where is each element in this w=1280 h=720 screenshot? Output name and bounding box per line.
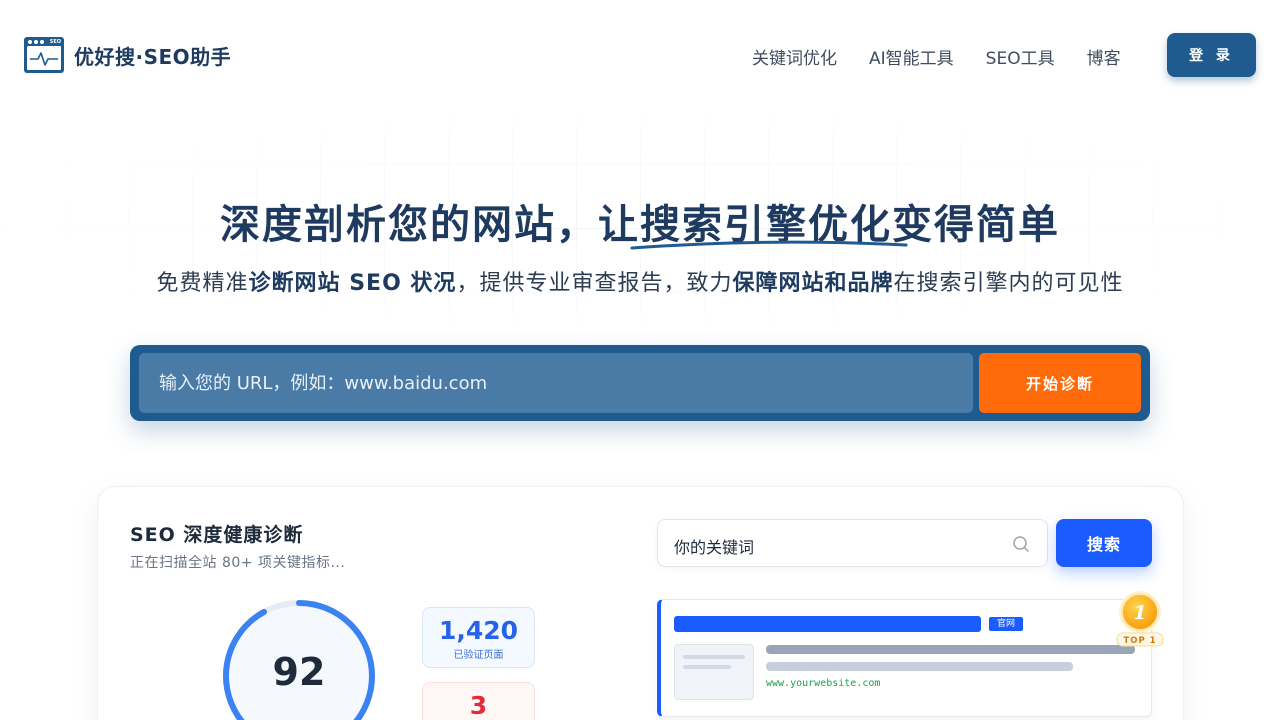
hero-sub-text-2: ，提供专业审查报告，致力	[456, 271, 733, 296]
menu-item-ai-tools[interactable]: AI智能工具	[869, 44, 954, 69]
hero-headline-part1: 深度剖析您的网站，	[220, 202, 598, 248]
result-thumbnail	[674, 644, 754, 700]
logo-icon-tag: SEO	[49, 39, 61, 45]
stat-issues-value: 3	[469, 691, 488, 720]
menu-item-blog[interactable]: 博客	[1087, 44, 1121, 69]
menu-item-keyword-optimization[interactable]: 关键词优化	[752, 44, 837, 69]
url-search-bar: 开始诊断	[130, 345, 1150, 421]
official-site-badge: 官网	[989, 617, 1023, 631]
login-button[interactable]: 登 录	[1167, 33, 1256, 77]
menu-item-seo-tools[interactable]: SEO工具	[986, 44, 1055, 69]
keyword-search-field[interactable]: 你的关键词	[657, 519, 1048, 567]
hero-sub-text-1: 免费精准	[156, 271, 249, 296]
search-icon	[1013, 536, 1029, 552]
medal-label: TOP 1	[1123, 636, 1156, 646]
hero-subtitle: 免费精准诊断网站 SEO 状况，提供专业审查报告，致力保障网站和品牌在搜索引擎内…	[0, 265, 1280, 297]
serp-result-card: 官网 www.yourwebsite.com	[657, 599, 1152, 717]
result-title-placeholder	[674, 616, 981, 632]
hero-sub-bold-1: 诊断网站 SEO 状况	[248, 271, 457, 296]
diagnosis-title: SEO 深度健康诊断	[130, 524, 304, 546]
medal-rank: 1	[1133, 602, 1146, 624]
brand-logo[interactable]: SEO 优好搜·SEO助手	[24, 37, 231, 73]
result-url: www.yourwebsite.com	[766, 678, 881, 689]
start-diagnosis-button[interactable]: 开始诊断	[979, 353, 1141, 413]
result-desc-line-1	[766, 645, 1135, 654]
stat-verified-pages-value: 1,420	[438, 616, 519, 645]
browser-pulse-icon: SEO	[24, 37, 64, 73]
health-score: 92	[272, 650, 326, 694]
headline-underline-decoration	[630, 240, 908, 250]
hero-sub-bold-2: 保障网站和品牌	[732, 271, 894, 296]
top1-medal-icon: 1 TOP 1	[1116, 591, 1164, 647]
diagnosis-subtitle: 正在扫描全站 80+ 项关键指标...	[130, 555, 346, 571]
seo-demo-card: SEO 深度健康诊断 正在扫描全站 80+ 项关键指标... 92 1,420 …	[97, 486, 1184, 720]
hero-sub-text-3: 在搜索引擎内的可见性	[893, 271, 1124, 296]
main-menu: 关键词优化 AI智能工具 SEO工具 博客	[752, 44, 1153, 69]
top-nav: SEO 优好搜·SEO助手 关键词优化 AI智能工具 SEO工具 博客 登 录	[0, 0, 1280, 110]
stat-verified-pages: 1,420 已验证页面	[422, 607, 535, 668]
keyword-search-button[interactable]: 搜索	[1056, 519, 1152, 567]
keyword-text: 你的关键词	[674, 538, 755, 557]
stat-issues: 3	[422, 682, 535, 720]
brand-name: 优好搜·SEO助手	[74, 44, 232, 69]
url-input[interactable]	[139, 353, 973, 413]
stat-verified-pages-label: 已验证页面	[453, 650, 504, 661]
result-desc-line-2	[766, 662, 1073, 671]
